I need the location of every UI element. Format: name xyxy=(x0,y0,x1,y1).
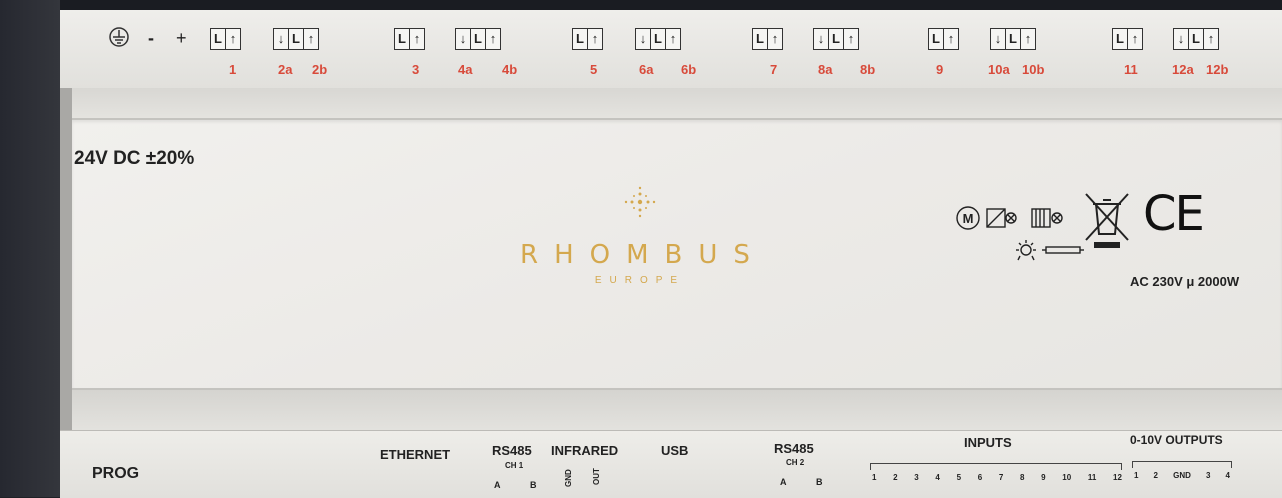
terminal-4: ↓ L ↑ xyxy=(455,28,501,50)
ir-gnd-label: GND xyxy=(564,469,573,487)
terminal-5: L ↑ xyxy=(572,28,603,50)
terminal-12: ↓ L ↑ xyxy=(1173,28,1219,50)
terminal-8: ↓ L ↑ xyxy=(813,28,859,50)
infrared-label: INFRARED xyxy=(551,443,619,458)
terminal-label: 6b xyxy=(681,62,697,77)
terminal-label: 8a xyxy=(818,62,833,77)
sparkle-icon xyxy=(624,186,656,218)
terminal-label: 5 xyxy=(590,62,598,77)
terminal-label: 11 xyxy=(1124,62,1138,77)
rs485-a-label: A xyxy=(494,480,501,490)
terminal-1: L ↑ xyxy=(210,28,241,50)
inputs-label: INPUTS xyxy=(964,435,1012,450)
terminal-6: ↓ L ↑ xyxy=(635,28,681,50)
terminal-7: L ↑ xyxy=(752,28,783,50)
terminal-label: 2a xyxy=(278,62,293,77)
input-numbers: 1 2 3 4 5 6 7 8 9 10 11 12 xyxy=(872,473,1122,482)
ch2-label: CH 2 xyxy=(786,458,805,467)
bottom-terminal-strip: PROG ETHERNET RS485 CH 1 A B INFRARED GN… xyxy=(60,430,1282,498)
ac-rating: AC 230V μ 2000W xyxy=(1130,274,1240,289)
upper-ledge xyxy=(72,88,1282,120)
terminal-label: 3 xyxy=(412,62,420,77)
watermark-title: RHOMBUS xyxy=(520,240,766,270)
terminal-label: 10b xyxy=(1022,62,1045,77)
ethernet-label: ETHERNET xyxy=(380,447,451,462)
ch1-label: CH 1 xyxy=(505,461,524,470)
outputs-bracket xyxy=(1132,461,1232,468)
minus-symbol: - xyxy=(148,28,154,48)
voltage-rating: 24V DC ±20% xyxy=(74,148,195,169)
terminal-11: L ↑ xyxy=(1112,28,1143,50)
terminal-2: ↓ L ↑ xyxy=(273,28,319,50)
terminal-3: L ↑ xyxy=(394,28,425,50)
rs485-ch1-label: RS485 xyxy=(492,443,532,458)
output-numbers: 1 2 GND 3 4 xyxy=(1134,471,1230,480)
terminal-label: 8b xyxy=(860,62,876,77)
weee-bin-icon xyxy=(1085,193,1129,248)
usb-label: USB xyxy=(661,443,689,458)
ground-icon xyxy=(109,27,129,47)
background-left xyxy=(0,0,60,497)
terminal-label: 12b xyxy=(1206,62,1229,77)
outputs-label: 0-10V OUTPUTS xyxy=(1130,433,1223,447)
terminal-label: 7 xyxy=(770,62,778,77)
ce-mark: CE xyxy=(1143,186,1205,242)
ir-out-label: OUT xyxy=(592,468,601,485)
terminal-label: 10a xyxy=(988,62,1010,77)
terminal-10: ↓ L ↑ xyxy=(990,28,1036,50)
rs485-2-b-label: B xyxy=(816,477,823,487)
terminal-label: 4b xyxy=(502,62,518,77)
terminal-label: 6a xyxy=(639,62,654,77)
watermark-logo: RHOMBUS EUROPE xyxy=(520,180,760,290)
watermark-subtitle: EUROPE xyxy=(594,275,686,286)
plus-symbol: + xyxy=(176,28,187,48)
rs485-b-label: B xyxy=(530,480,537,490)
rs485-2-a-label: A xyxy=(780,477,787,487)
top-terminal-strip: - + L ↑ ↓ L ↑ L ↑ ↓ L ↑ L ↑ ↓ L ↑ L ↑ ↓ L ↑ L ↑ ↓ L ↑ L… xyxy=(60,10,1282,89)
terminal-label: 12a xyxy=(1172,62,1194,77)
inputs-bracket xyxy=(870,463,1122,470)
terminal-label: 9 xyxy=(936,62,944,77)
terminal-label: 4a xyxy=(458,62,473,77)
prog-label: PROG xyxy=(92,465,140,482)
lower-ledge xyxy=(72,388,1282,430)
motor-letter: M xyxy=(963,211,974,226)
housing-side xyxy=(60,88,72,430)
terminal-label: 1 xyxy=(229,62,237,77)
rs485-ch2-label: RS485 xyxy=(774,441,814,456)
terminal-label: 2b xyxy=(312,62,328,77)
terminal-9: L ↑ xyxy=(928,28,959,50)
